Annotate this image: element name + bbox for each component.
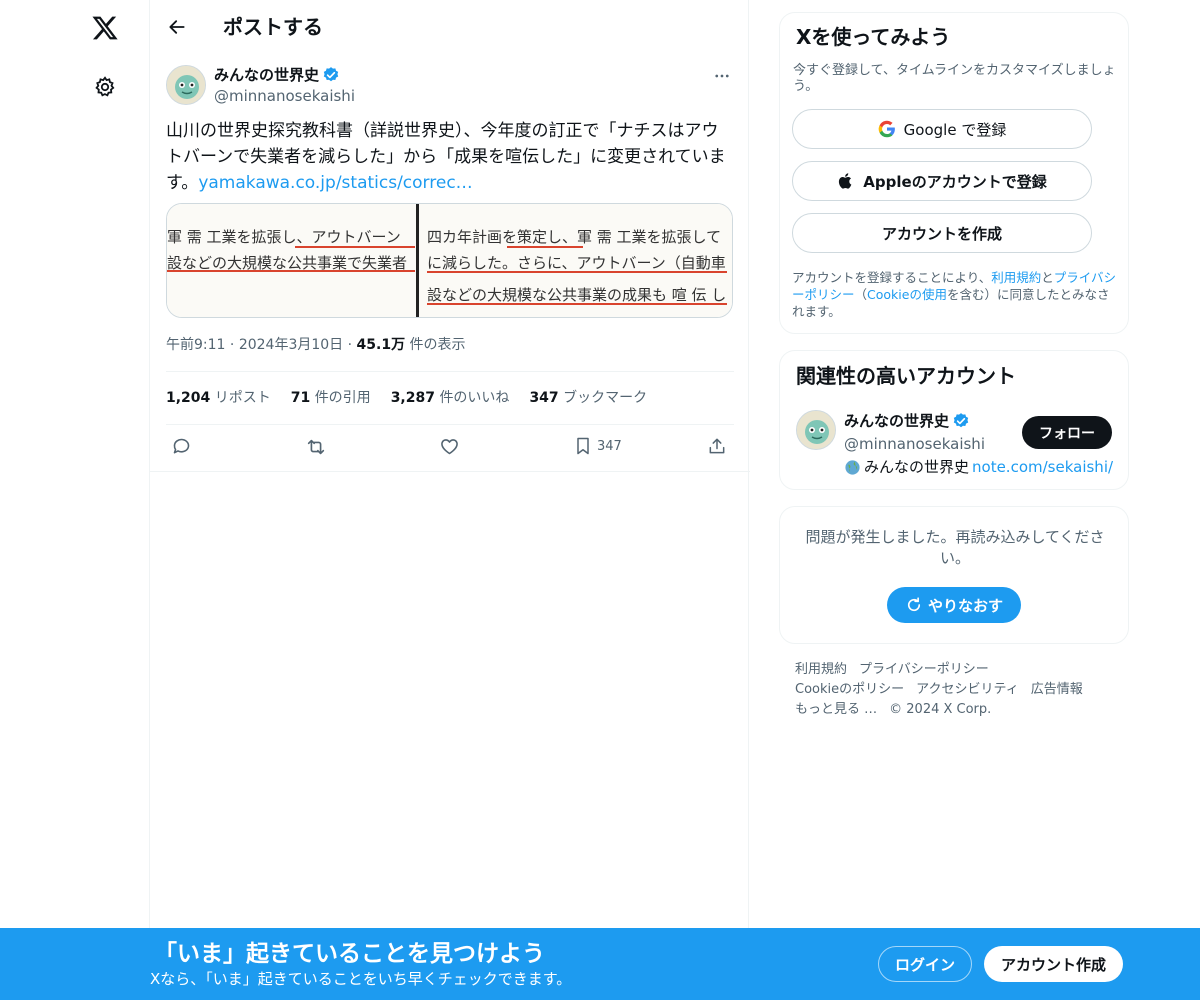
x-logo-icon[interactable] <box>89 12 121 44</box>
likes-stat[interactable]: 3,287 件のいいね <box>391 386 510 410</box>
verified-badge-icon <box>323 67 339 82</box>
page-title: ポストする <box>223 15 323 39</box>
signup-title: Xを使ってみよう <box>796 25 951 49</box>
scan-text-line: に減らした。さらに、アウトバーン（自動車 <box>427 254 726 272</box>
avatar[interactable] <box>796 410 836 450</box>
underline-mark <box>507 246 583 248</box>
header: ポストする <box>150 0 750 53</box>
divider <box>166 424 734 425</box>
left-nav <box>0 0 150 1000</box>
footer-privacy[interactable]: プライバシーポリシー <box>859 662 989 677</box>
post-author: みんなの世界史 @minnanosekaishi <box>166 64 734 108</box>
quotes-stat[interactable]: 71 件の引用 <box>291 386 371 410</box>
divider <box>166 371 734 372</box>
retry-label: やりなおす <box>927 596 1003 615</box>
google-signup-button[interactable]: Google で登録 <box>792 109 1092 149</box>
gear-icon[interactable] <box>91 73 119 101</box>
underline-mark <box>427 303 727 305</box>
media-image-left[interactable]: 軍 需 工業を拡張し、アウトバーン 設などの大規模な公共事業で失業者 <box>167 204 419 317</box>
post-meta: 午前9:11 · 2024年3月10日 · 45.1万 件の表示 <box>166 337 466 353</box>
footer-more[interactable]: もっと見る … <box>795 702 877 717</box>
share-icon[interactable] <box>707 436 727 456</box>
signup-button[interactable]: アカウント作成 <box>984 946 1123 982</box>
footer-copyright: © 2024 X Corp. <box>889 702 992 717</box>
post-text: 山川の世界史探究教科書（詳説世界史）、今年度の訂正で「ナチスはアウトバーンで失業… <box>166 118 734 196</box>
footer-cookie[interactable]: Cookieのポリシー <box>795 682 904 697</box>
footer-accessibility[interactable]: アクセシビリティ <box>916 682 1019 697</box>
login-prompt-bar: 「いま」起きていることを見つけよう Xなら、「いま」起きていることをいち早くチェ… <box>0 928 1200 1000</box>
signup-subtitle: 今すぐ登録して、タイムラインをカスタマイズしましょう。 <box>793 63 1116 94</box>
views-count: 45.1万 <box>356 337 406 353</box>
divider <box>150 471 750 472</box>
follow-button[interactable]: フォロー <box>1022 416 1112 449</box>
related-name[interactable]: みんなの世界史 <box>844 411 970 431</box>
post-actions: 347 <box>166 432 734 464</box>
repost-icon[interactable] <box>305 436 327 458</box>
back-arrow-icon[interactable] <box>164 14 190 40</box>
avatar[interactable] <box>166 65 206 105</box>
signup-terms: アカウントを登録することにより、利用規約とプライバシーポリシー（Cookieの使… <box>792 270 1117 319</box>
create-account-label: アカウントを作成 <box>881 224 1002 243</box>
related-handle[interactable]: @minnanosekaishi <box>844 434 985 454</box>
post-stats: 1,204 リポスト 71 件の引用 3,287 件のいいね 347 ブックマー… <box>166 386 647 410</box>
author-name[interactable]: みんなの世界史 <box>214 65 340 85</box>
refresh-icon <box>907 597 921 612</box>
verified-badge-icon <box>953 413 969 428</box>
error-message: 問題が発生しました。再読み込みしてください。 <box>805 528 1105 567</box>
error-card: 問題が発生しました。再読み込みしてください。 やりなおす <box>779 506 1129 644</box>
apple-signup-label: Appleのアカウントで登録 <box>863 172 1047 191</box>
media-image-right[interactable]: 四カ年計画を策定し、軍 需 工業を拡張して に減らした。さらに、アウトバーン（自… <box>419 204 732 317</box>
apple-icon <box>839 173 852 189</box>
post-time[interactable]: 午前9:11 <box>166 337 225 353</box>
login-button[interactable]: ログイン <box>878 946 972 982</box>
google-icon <box>878 120 895 138</box>
reposts-stat[interactable]: 1,204 リポスト <box>166 386 271 410</box>
bookmark-count: 347 <box>597 438 622 454</box>
scan-text-line: 軍 需 工業を拡張し、アウトバーン <box>167 228 401 246</box>
related-accounts-card: 関連性の高いアカウント みんなの世界史 @minnanosekaishi みんな… <box>779 350 1129 490</box>
cookie-link[interactable]: Cookieの使用 <box>867 287 947 302</box>
post-media[interactable]: 軍 需 工業を拡張し、アウトバーン 設などの大規模な公共事業で失業者 四カ年計画… <box>166 203 733 318</box>
terms-link[interactable]: 利用規約 <box>991 270 1041 285</box>
retry-button[interactable]: やりなおす <box>887 587 1021 623</box>
footer-terms[interactable]: 利用規約 <box>795 662 847 677</box>
author-name-text[interactable]: みんなの世界史 <box>214 65 319 85</box>
like-icon[interactable] <box>439 436 460 457</box>
bookmark-icon[interactable]: 347 <box>573 436 622 456</box>
post-date[interactable]: 2024年3月10日 <box>239 337 343 353</box>
bottom-bar-title: 「いま」起きていることを見つけよう <box>154 941 545 967</box>
views-label: 件の表示 <box>409 337 466 353</box>
post-link[interactable]: yamakawa.co.jp/statics/correc… <box>198 173 472 193</box>
google-signup-label: Google で登録 <box>903 120 1007 139</box>
related-bio: みんなの世界史 note.com/sekaishi/ <box>844 457 1113 477</box>
bookmarks-stat[interactable]: 347 ブックマーク <box>529 386 647 410</box>
globe-icon <box>845 459 860 475</box>
apple-signup-button[interactable]: Appleのアカウントで登録 <box>792 161 1092 201</box>
main-column: ポストする みんなの世界史 @minnanosekaishi 山川の世界史探究教… <box>149 0 750 1000</box>
author-handle[interactable]: @minnanosekaishi <box>214 86 355 106</box>
reply-icon[interactable] <box>171 436 192 457</box>
related-title: 関連性の高いアカウント <box>796 364 1016 388</box>
more-icon[interactable] <box>710 64 734 88</box>
bottom-bar-subtitle: Xなら、「いま」起きていることをいち早くチェックできます。 <box>150 970 572 988</box>
footer-ads[interactable]: 広告情報 <box>1031 682 1083 697</box>
underline-mark <box>427 271 727 273</box>
create-account-button[interactable]: アカウントを作成 <box>792 213 1092 253</box>
scan-text-line: 四カ年計画を策定し、軍 需 工業を拡張して <box>427 228 722 246</box>
underline-mark <box>167 270 415 272</box>
signup-card: Xを使ってみよう 今すぐ登録して、タイムラインをカスタマイズしましょう。 Goo… <box>779 12 1129 334</box>
footer-links: 利用規約 プライバシーポリシー Cookieのポリシー アクセシビリティ 広告情報 も… <box>795 660 1125 720</box>
underline-mark <box>295 246 415 248</box>
scan-text-line: 設などの大規模な公共事業の成果も 喧 伝 し <box>427 286 727 304</box>
related-bio-link[interactable]: note.com/sekaishi/ <box>972 457 1113 477</box>
